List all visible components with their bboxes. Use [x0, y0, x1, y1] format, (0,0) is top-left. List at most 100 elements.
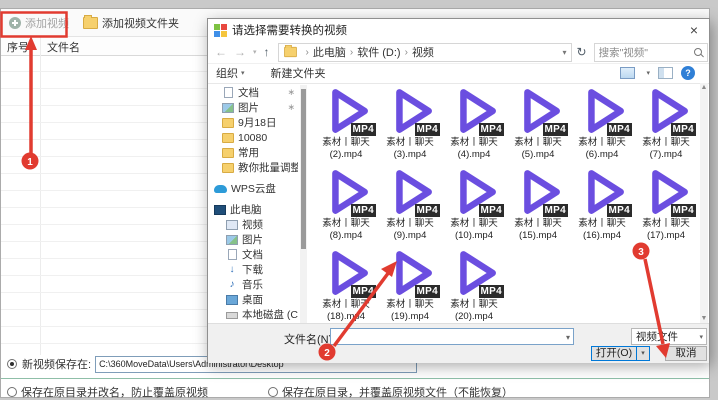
file-label-line2: (19).mp4 [379, 311, 441, 323]
file-tile[interactable]: MP4素材丨聊天(4).mp4 [443, 85, 505, 161]
chevron-down-icon[interactable]: ▾ [566, 333, 570, 342]
open-split-dropdown[interactable]: ▾ [636, 346, 650, 361]
breadcrumb[interactable]: › 此电脑 › 软件 (D:) › 视频 ▾ [278, 43, 572, 62]
mp4-badge: MP4 [479, 204, 504, 217]
download-icon: ↓ [226, 265, 238, 275]
file-tile[interactable]: MP4素材丨聊天(8).mp4 [315, 166, 377, 242]
file-tile[interactable]: MP4素材丨聊天(18).mp4 [315, 247, 377, 323]
sidebar-item-图片[interactable]: 图片∗ [210, 100, 298, 115]
mp4-badge: MP4 [607, 123, 632, 136]
breadcrumb-drive-d[interactable]: 软件 (D:) [357, 44, 400, 60]
file-tile[interactable]: MP4素材丨聊天(2).mp4 [315, 85, 377, 161]
folder-icon [222, 133, 234, 143]
file-tile[interactable]: MP4素材丨聊天(16).mp4 [571, 166, 633, 242]
file-label-line1: 素材丨聊天 [571, 218, 633, 230]
help-icon[interactable]: ? [681, 66, 695, 80]
file-label-line1: 素材丨聊天 [379, 137, 441, 149]
back-icon[interactable]: ← [215, 45, 227, 59]
close-icon[interactable]: × [679, 19, 709, 41]
breadcrumb-videos[interactable]: 视频 [412, 44, 434, 60]
file-label-line1: 素材丨聊天 [443, 218, 505, 230]
chevron-down-icon[interactable]: ▾ [646, 69, 650, 77]
sidebar-item-视频[interactable]: 视频 [210, 217, 298, 232]
save-to-radio[interactable] [7, 359, 17, 369]
chevron-down-icon[interactable]: ▾ [563, 48, 571, 57]
sidebar-item-下载[interactable]: ↓下载 [210, 262, 298, 277]
file-tile[interactable]: MP4素材丨聊天(15).mp4 [507, 166, 569, 242]
mp4-badge: MP4 [351, 204, 376, 217]
mp4-badge: MP4 [671, 123, 696, 136]
sidebar-item-音乐[interactable]: ♪音乐 [210, 277, 298, 292]
sidebar-item-label: 常用 [238, 145, 259, 160]
dialog-titlebar[interactable]: 请选择需要转换的视频 × [208, 19, 709, 41]
mp4-badge: MP4 [607, 204, 632, 217]
sidebar-item-9月18日[interactable]: 9月18日 [210, 115, 298, 130]
sidebar-item-文档[interactable]: 文档∗ [210, 85, 298, 100]
history-dropdown-icon[interactable]: ▾ [253, 48, 257, 56]
add-video-button[interactable]: 添加视频 [5, 13, 73, 32]
sidebar-item-桌面[interactable]: 桌面 [210, 292, 298, 307]
mp4-play-icon: MP4 [640, 166, 692, 218]
search-box[interactable]: 搜索"视频" [594, 43, 708, 62]
up-icon[interactable]: ↑ [264, 45, 270, 59]
breadcrumb-this-pc[interactable]: 此电脑 [313, 44, 346, 60]
mp4-play-icon: MP4 [512, 166, 564, 218]
file-tile[interactable]: MP4素材丨聊天(19).mp4 [379, 247, 441, 323]
file-tile[interactable]: MP4素材丨聊天(9).mp4 [379, 166, 441, 242]
overwrite-option-radio[interactable] [268, 387, 278, 397]
mp4-play-icon: MP4 [320, 85, 372, 137]
rename-option-radio[interactable] [7, 387, 17, 397]
file-label-line1: 素材丨聊天 [507, 218, 569, 230]
file-tile[interactable]: MP4素材丨聊天(7).mp4 [635, 85, 697, 161]
sidebar-item-文档[interactable]: 文档 [210, 247, 298, 262]
scroll-up-icon[interactable]: ▲ [700, 84, 708, 91]
sidebar-item-this-pc[interactable]: 此电脑 [210, 202, 298, 217]
file-grid-scrollbar[interactable]: ▲ ▼ [700, 83, 708, 323]
image-icon [226, 235, 238, 245]
scroll-down-icon[interactable]: ▼ [700, 315, 708, 322]
file-label-line1: 素材丨聊天 [379, 299, 441, 311]
mp4-play-icon: MP4 [320, 166, 372, 218]
sidebar-item-本地磁盘 (C:)[interactable]: 本地磁盘 (C:) [210, 307, 298, 322]
file-tile[interactable]: MP4素材丨聊天(17).mp4 [635, 166, 697, 242]
file-label-line1: 素材丨聊天 [635, 137, 697, 149]
sidebar-item-label: 视频 [242, 217, 263, 232]
folder-icon [83, 17, 98, 29]
open-button[interactable]: 打开(O) [591, 346, 637, 361]
folder-icon [222, 163, 234, 173]
computer-icon [214, 205, 226, 215]
file-tile[interactable]: MP4素材丨聊天(10).mp4 [443, 166, 505, 242]
preview-pane-icon[interactable] [658, 67, 673, 79]
mp4-play-icon: MP4 [320, 247, 372, 299]
sidebar-scrollbar[interactable] [300, 85, 307, 323]
refresh-icon[interactable]: ↻ [577, 45, 587, 59]
sidebar-item-教你批量调整视频[interactable]: 教你批量调整视频 [210, 160, 298, 175]
sidebar-pc-list: 视频图片文档↓下载♪音乐桌面本地磁盘 (C:)软件 (D:) [210, 217, 298, 323]
new-folder-button[interactable]: 新建文件夹 [271, 65, 326, 81]
file-tile[interactable]: MP4素材丨聊天(20).mp4 [443, 247, 505, 323]
file-label-line2: (3).mp4 [379, 149, 441, 161]
file-label-line1: 素材丨聊天 [379, 218, 441, 230]
doc-icon [224, 87, 233, 98]
view-mode-icon[interactable] [620, 67, 635, 79]
sidebar-item-常用[interactable]: 常用 [210, 145, 298, 160]
scrollbar-thumb[interactable] [301, 89, 306, 249]
video-icon [226, 220, 238, 230]
mp4-badge: MP4 [543, 204, 568, 217]
image-icon [222, 103, 234, 113]
search-icon [694, 48, 702, 56]
sidebar-item-图片[interactable]: 图片 [210, 232, 298, 247]
file-type-select[interactable]: 视频文件 ▾ [631, 328, 707, 345]
pin-icon: ∗ [287, 87, 295, 98]
forward-icon[interactable]: → [234, 45, 246, 59]
sidebar-item-10080[interactable]: 10080 [210, 130, 298, 145]
organize-button[interactable]: 组织 [216, 65, 238, 81]
file-tile[interactable]: MP4素材丨聊天(6).mp4 [571, 85, 633, 161]
filename-input[interactable]: ▾ [330, 328, 574, 345]
mp4-play-icon: MP4 [448, 85, 500, 137]
cancel-button[interactable]: 取消 [665, 346, 707, 361]
file-tile[interactable]: MP4素材丨聊天(5).mp4 [507, 85, 569, 161]
file-tile[interactable]: MP4素材丨聊天(3).mp4 [379, 85, 441, 161]
sidebar-item-wps[interactable]: WPS云盘 [210, 181, 298, 196]
add-video-folder-button[interactable]: 添加视频文件夹 [79, 13, 183, 32]
